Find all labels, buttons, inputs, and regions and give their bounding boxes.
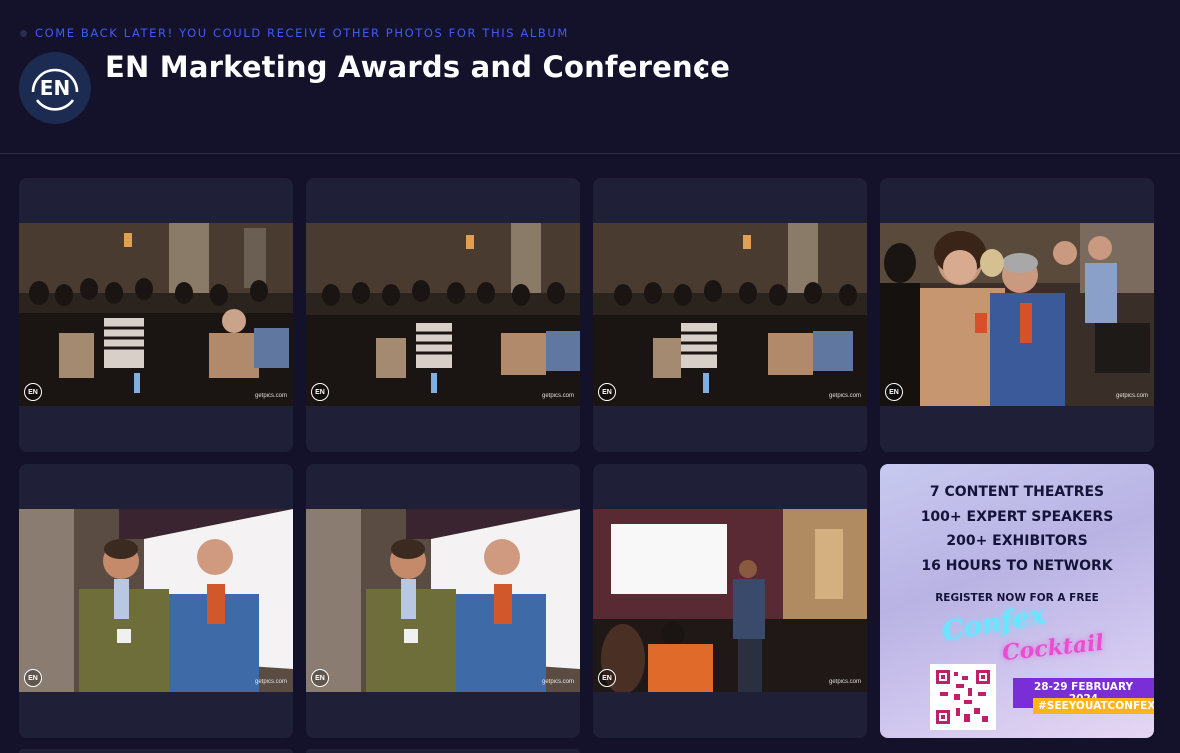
promo-line: 200+ EXHIBITORS — [946, 533, 1088, 549]
watermark-logo: EN — [598, 669, 616, 687]
watermark-logo: EN — [311, 383, 329, 401]
album-title: EN Marketing Awards and Conference — [105, 50, 731, 84]
promo-register: REGISTER NOW FOR A FREE — [935, 592, 1099, 604]
photo-card[interactable]: EN getpics.com — [19, 178, 293, 452]
confex-promo: 7 CONTENT THEATRES 100+ EXPERT SPEAKERS … — [880, 464, 1154, 738]
watermark-text: getpics.com — [1115, 393, 1148, 399]
watermark-logo: EN — [598, 383, 616, 401]
qr-code-icon — [930, 664, 996, 730]
photo-thumbnail: EN getpics.com — [19, 509, 293, 692]
promo-line: 100+ EXPERT SPEAKERS — [920, 508, 1114, 525]
watermark-text: getpics.com — [254, 679, 287, 685]
photo-thumbnail: EN getpics.com — [306, 223, 580, 406]
kebab-menu-icon[interactable] — [692, 57, 712, 81]
watermark-text: getpics.com — [254, 393, 287, 399]
photo-card[interactable]: EN getpics.com — [593, 464, 867, 738]
svg-text:EN: EN — [40, 76, 70, 100]
promo-card[interactable]: 7 CONTENT THEATRES 100+ EXPERT SPEAKERS … — [880, 464, 1154, 738]
album-notice: COME BACK LATER! YOU COULD RECEIVE OTHER… — [20, 26, 569, 40]
notice-dot-icon — [20, 29, 27, 37]
photo-card[interactable]: EN getpics.com — [306, 178, 580, 452]
en-logo-icon: EN — [20, 53, 90, 123]
notice-text: COME BACK LATER! YOU COULD RECEIVE OTHER… — [35, 26, 569, 40]
watermark-logo: EN — [24, 669, 42, 687]
watermark-logo: EN — [311, 669, 329, 687]
photo-thumbnail: EN getpics.com — [306, 509, 580, 692]
photo-card-partial[interactable] — [306, 749, 580, 753]
watermark-logo: EN — [24, 383, 42, 401]
photo-card[interactable]: EN getpics.com — [306, 464, 580, 738]
watermark-text: getpics.com — [541, 679, 574, 685]
event-logo[interactable]: EN — [19, 52, 91, 124]
photo-card[interactable]: EN getpics.com — [19, 464, 293, 738]
photo-card-partial[interactable] — [19, 749, 293, 753]
photo-thumbnail: EN getpics.com — [880, 223, 1154, 406]
watermark-text: getpics.com — [828, 679, 861, 685]
watermark-text: getpics.com — [541, 393, 574, 399]
photo-thumbnail: EN getpics.com — [19, 223, 293, 406]
photo-card[interactable]: EN getpics.com — [593, 178, 867, 452]
promo-hashtag: #SEEYOUATCONFEX — [1033, 698, 1154, 714]
photo-card[interactable]: EN getpics.com — [880, 178, 1154, 452]
watermark-text: getpics.com — [828, 393, 861, 399]
photo-thumbnail: EN getpics.com — [593, 223, 867, 406]
photo-thumbnail: EN getpics.com — [593, 509, 867, 692]
promo-line: 16 HOURS TO NETWORK — [921, 557, 1113, 574]
album-header: COME BACK LATER! YOU COULD RECEIVE OTHER… — [0, 0, 1180, 154]
promo-line: 7 CONTENT THEATRES — [929, 484, 1105, 500]
watermark-logo: EN — [885, 383, 903, 401]
